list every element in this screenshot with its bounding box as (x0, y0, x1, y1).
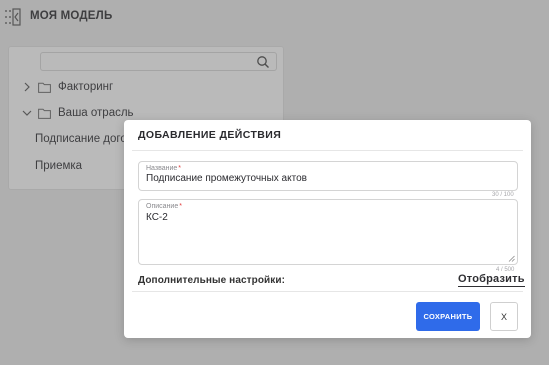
name-char-counter: 30 / 100 (492, 192, 514, 198)
add-action-dialog: ДОБАВЛЕНИЕ ДЕЙСТВИЯ Название* Подписание… (124, 120, 531, 338)
show-settings-link[interactable]: Отобразить (458, 273, 525, 287)
extra-settings-label: Дополнительные настройки: (138, 275, 286, 286)
name-field-value[interactable]: Подписание промежуточных актов (146, 173, 307, 184)
description-field-label: Описание* (146, 203, 182, 210)
divider (132, 291, 523, 292)
dialog-title: ДОБАВЛЕНИЕ ДЕЙСТВИЯ (138, 129, 282, 141)
name-field-label: Название* (146, 165, 182, 172)
save-button[interactable]: СОХРАНИТЬ (416, 302, 480, 331)
description-field-value[interactable]: КС-2 (146, 212, 168, 223)
name-field[interactable]: Название* Подписание промежуточных актов (138, 161, 518, 191)
description-field[interactable]: Описание* КС-2 (138, 199, 518, 265)
resize-handle-icon[interactable] (508, 255, 515, 262)
divider (132, 150, 523, 151)
close-button[interactable]: X (490, 302, 518, 331)
